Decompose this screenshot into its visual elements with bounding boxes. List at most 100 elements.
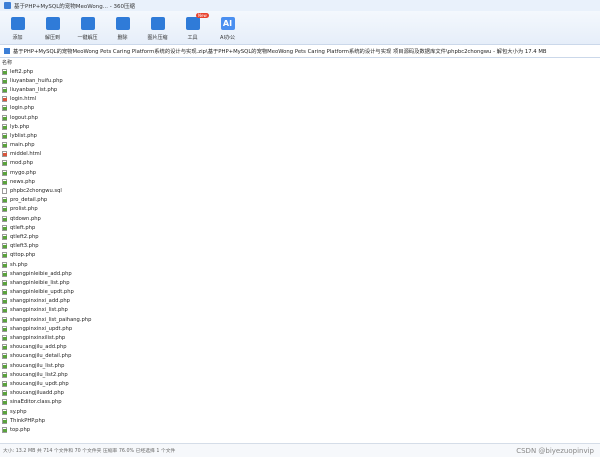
toolbar-button-add[interactable]: 添加 <box>0 11 35 44</box>
file-row[interactable]: shoucangjiluadd.php <box>0 389 600 398</box>
status-bar: 大小: 13.2 MB 共 714 个文件和 70 个文件夹 压缩率 76.0%… <box>0 443 600 457</box>
file-row[interactable]: logout.php <box>0 113 600 122</box>
file-name: shoucangjilu_list.php <box>10 362 65 369</box>
php-file-icon <box>2 169 7 176</box>
php-file-icon <box>2 289 7 296</box>
file-row[interactable]: ThinkPHP.php <box>0 416 600 425</box>
php-file-icon <box>2 261 7 268</box>
file-row[interactable]: sy.php <box>0 407 600 416</box>
file-name: shangpinleibie_updt.php <box>10 289 74 296</box>
toolbar: 添加 解压到 一键解压 删除 图片压缩 工具 New AI AI办公 <box>0 11 600 44</box>
file-row[interactable]: main.php <box>0 141 600 150</box>
image-compress-icon <box>150 17 165 30</box>
file-row[interactable]: shangpinleibie_add.php <box>0 269 600 278</box>
php-file-icon <box>2 353 7 360</box>
file-row[interactable]: shoucangjilu_detail.php <box>0 352 600 361</box>
toolbar-button-tools[interactable]: 工具 New <box>175 11 210 44</box>
file-name: shangpinxinxilist.php <box>10 335 66 342</box>
folder-up-icon[interactable] <box>4 48 10 54</box>
file-row[interactable]: qttop.php <box>0 251 600 260</box>
file-name: shoucangjilu_list2.php <box>10 371 68 378</box>
file-row[interactable]: prolist.php <box>0 205 600 214</box>
column-header[interactable]: 名称 <box>0 57 600 67</box>
file-row[interactable]: shangpinxinxi_add.php <box>0 297 600 306</box>
file-row[interactable]: shangpinxinxilist.php <box>0 333 600 342</box>
toolbar-button-delete[interactable]: 删除 <box>105 11 140 44</box>
toolbar-button-ai-office[interactable]: AI AI办公 <box>210 11 245 44</box>
toolbar-label: 工具 <box>187 35 198 41</box>
php-file-icon <box>2 123 7 130</box>
php-file-icon <box>2 426 7 433</box>
file-row[interactable]: news.php <box>0 177 600 186</box>
file-name: sh.php <box>10 261 28 268</box>
php-file-icon <box>2 77 7 84</box>
file-name: middel.html <box>10 151 42 158</box>
php-file-icon <box>2 206 7 213</box>
file-row[interactable]: shangpinleibie_list.php <box>0 278 600 287</box>
php-file-icon <box>2 325 7 332</box>
file-row[interactable]: phpbc2chongwu.sql <box>0 186 600 195</box>
title-bar: 基于PHP+MySQL的宠物MeoWong... - 360压缩 <box>0 0 600 11</box>
html-file-icon <box>2 151 7 158</box>
toolbar-label: 删除 <box>117 35 128 41</box>
file-name: shangpinleibie_list.php <box>10 279 70 286</box>
status-text: 大小: 13.2 MB 共 714 个文件和 70 个文件夹 压缩率 76.0%… <box>3 449 176 454</box>
file-name: sinaEditor.class.php <box>10 399 62 406</box>
file-row[interactable]: login.php <box>0 104 600 113</box>
tools-icon <box>185 17 200 30</box>
file-row[interactable]: liuyanban_list.php <box>0 85 600 94</box>
php-file-icon <box>2 114 7 121</box>
file-name: main.php <box>10 142 35 149</box>
php-file-icon <box>2 178 7 185</box>
file-row[interactable]: mygo.php <box>0 168 600 177</box>
php-file-icon <box>2 86 7 93</box>
php-file-icon <box>2 417 7 424</box>
ai-office-icon: AI <box>220 17 235 30</box>
toolbar-button-one-click-extract[interactable]: 一键解压 <box>70 11 105 44</box>
file-row[interactable]: shoucangjilu_add.php <box>0 343 600 352</box>
file-row[interactable]: sinaEditor.class.php <box>0 398 600 407</box>
file-name: shoucangjilu_add.php <box>10 344 67 351</box>
file-row[interactable]: top.php <box>0 425 600 434</box>
file-row[interactable]: shangpinleibie_updt.php <box>0 288 600 297</box>
delete-icon <box>115 17 130 30</box>
file-row[interactable]: shoucangjilu_list.php <box>0 361 600 370</box>
php-file-icon <box>2 132 7 139</box>
php-file-icon <box>2 215 7 222</box>
file-row[interactable]: qtleft3.php <box>0 242 600 251</box>
file-row[interactable]: qtleft.php <box>0 223 600 232</box>
file-row[interactable]: mod.php <box>0 159 600 168</box>
file-row[interactable]: shoucangjilu_list2.php <box>0 370 600 379</box>
php-file-icon <box>2 160 7 167</box>
file-row[interactable]: login.html <box>0 95 600 104</box>
file-name: liuyanban_list.php <box>10 86 58 93</box>
file-row[interactable]: shangpinxinxi_list_paihang.php <box>0 315 600 324</box>
file-row[interactable]: liuyanban_huifu.php <box>0 76 600 85</box>
file-row[interactable]: shangpinxinxi_list.php <box>0 306 600 315</box>
php-file-icon <box>2 270 7 277</box>
file-name: qttop.php <box>10 252 36 259</box>
sql-file-icon <box>2 188 7 195</box>
php-file-icon <box>2 279 7 286</box>
php-file-icon <box>2 142 7 149</box>
path-bar[interactable]: 基于PHP+MySQL的宠物MeoWong Pets Caring Platfo… <box>0 44 600 58</box>
file-row[interactable]: lyb.php <box>0 122 600 131</box>
file-name: qtleft2.php <box>10 233 39 240</box>
file-row[interactable]: left2.php <box>0 67 600 76</box>
file-row[interactable]: qtdown.php <box>0 214 600 223</box>
file-name: qtleft3.php <box>10 243 39 250</box>
file-row[interactable]: sh.php <box>0 260 600 269</box>
name-column-header[interactable]: 名称 <box>2 59 12 66</box>
php-file-icon <box>2 380 7 387</box>
file-name: shoucangjilu_updt.php <box>10 380 69 387</box>
file-row[interactable]: qtleft2.php <box>0 232 600 241</box>
toolbar-button-image-compress[interactable]: 图片压缩 <box>140 11 175 44</box>
toolbar-button-extract-to[interactable]: 解压到 <box>35 11 70 44</box>
file-row[interactable]: middel.html <box>0 150 600 159</box>
file-row[interactable]: lyblist.php <box>0 131 600 140</box>
file-name: lyblist.php <box>10 132 37 139</box>
file-list[interactable]: left2.php liuyanban_huifu.php liuyanban_li… <box>0 67 600 443</box>
file-row[interactable]: shangpinxinxi_updt.php <box>0 324 600 333</box>
file-row[interactable]: shoucangjilu_updt.php <box>0 379 600 388</box>
file-row[interactable]: pro_detail.php <box>0 196 600 205</box>
